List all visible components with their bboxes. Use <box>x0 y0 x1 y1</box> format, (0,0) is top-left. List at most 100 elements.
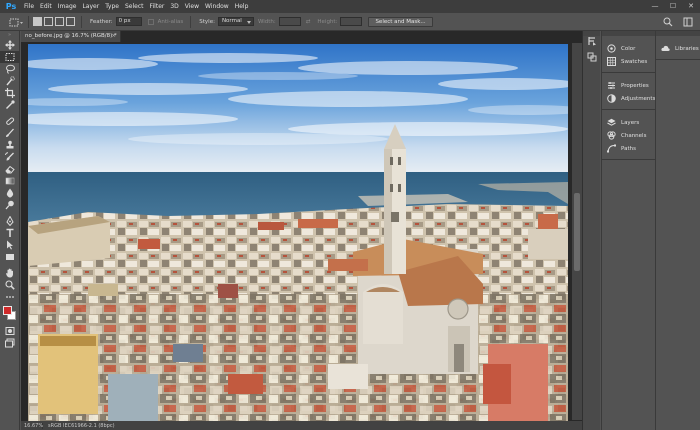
swatches-panel-item[interactable]: Swatches <box>602 55 655 68</box>
layers-panel-item[interactable]: Layers <box>602 116 655 129</box>
subtract-selection-icon[interactable] <box>55 17 64 26</box>
adjustments-icon <box>607 94 616 103</box>
clone-stamp-tool-icon[interactable] <box>0 139 20 151</box>
history-panel-icon[interactable] <box>583 36 601 52</box>
type-tool-icon[interactable] <box>0 227 20 239</box>
menu-select[interactable]: Select <box>122 0 147 13</box>
menu-help[interactable]: Help <box>232 0 252 13</box>
document-tab[interactable]: no_before.jpg @ 16.7% (RGB/8) * × <box>21 31 121 42</box>
menu-filter[interactable]: Filter <box>147 0 168 13</box>
document-info[interactable]: sRGB IEC61966-2.1 (8bpc) <box>43 423 115 429</box>
channels-icon <box>607 131 616 140</box>
move-tool-icon[interactable] <box>0 39 20 51</box>
intersect-selection-icon[interactable] <box>66 17 75 26</box>
options-bar: Feather: 0 px Anti-alias Style: Normal W… <box>0 13 700 31</box>
quick-mask-icon[interactable] <box>0 325 20 337</box>
crop-tool-icon[interactable] <box>0 87 20 99</box>
cloud-icon <box>661 44 670 53</box>
more-tools-icon[interactable] <box>0 291 20 303</box>
lasso-tool-icon[interactable] <box>0 63 20 75</box>
vertical-scrollbar[interactable] <box>572 43 582 420</box>
hand-tool-icon[interactable] <box>0 267 20 279</box>
close-button[interactable]: ✕ <box>682 0 700 13</box>
antialias-label: Anti-alias <box>157 18 184 25</box>
menu-view[interactable]: View <box>182 0 202 13</box>
channels-panel-item[interactable]: Channels <box>602 129 655 142</box>
paths-icon <box>607 144 616 153</box>
status-bar: 16.67% sRGB IEC61966-2.1 (8bpc) <box>21 421 582 430</box>
properties-panel-item[interactable]: Properties <box>602 79 655 92</box>
color-icon <box>607 44 616 53</box>
width-input[interactable] <box>278 17 301 26</box>
separator <box>190 15 192 28</box>
paths-panel-item[interactable]: Paths <box>602 142 655 155</box>
foreground-color-swatch[interactable] <box>3 306 12 315</box>
minimize-button[interactable]: — <box>646 0 664 13</box>
antialias-checkbox[interactable] <box>147 18 154 25</box>
channels-panel-label: Channels <box>621 132 647 139</box>
eyedropper-tool-icon[interactable] <box>0 99 20 111</box>
swap-icon[interactable]: ⇄ <box>306 19 311 25</box>
add-to-selection-icon[interactable] <box>44 17 53 26</box>
libraries-column: Libraries <box>655 31 700 430</box>
workspace-icon[interactable] <box>682 16 694 28</box>
menu-bar: Ps File Edit Image Layer Type Select Fil… <box>0 0 700 13</box>
swatches-icon <box>607 57 616 66</box>
menu-image[interactable]: Image <box>55 0 80 13</box>
dodge-tool-icon[interactable] <box>0 199 20 211</box>
marquee-tool-icon[interactable] <box>0 51 20 63</box>
separator <box>81 15 82 28</box>
properties-panel-label: Properties <box>621 82 649 89</box>
menu-type[interactable]: Type <box>102 0 122 13</box>
feather-input[interactable]: 0 px <box>115 17 142 26</box>
quick-select-tool-icon[interactable] <box>0 75 20 87</box>
libraries-group: Libraries <box>656 36 700 60</box>
history-brush-tool-icon[interactable] <box>0 151 20 163</box>
height-input[interactable] <box>340 17 363 26</box>
width-label: Width: <box>257 18 276 25</box>
toolbar: » <box>0 31 20 430</box>
properties-strip-icon[interactable] <box>583 52 601 68</box>
layers-group: Layers Channels Paths <box>602 110 655 160</box>
menu-file[interactable]: File <box>21 0 37 13</box>
new-selection-icon[interactable] <box>33 17 42 26</box>
zoom-tool-icon[interactable] <box>0 279 20 291</box>
layers-panel-label: Layers <box>621 119 640 126</box>
search-icon[interactable] <box>662 16 674 28</box>
eraser-tool-icon[interactable] <box>0 163 20 175</box>
scrollbar-thumb[interactable] <box>574 193 580 271</box>
path-select-tool-icon[interactable] <box>0 239 20 251</box>
color-swatches <box>0 303 20 325</box>
height-label: Height: <box>317 18 338 25</box>
rectangle-tool-icon[interactable] <box>0 251 20 263</box>
toolbar-grip[interactable]: » <box>0 31 19 39</box>
menu-layer[interactable]: Layer <box>79 0 102 13</box>
city-photo <box>28 44 568 421</box>
select-and-mask-button[interactable]: Select and Mask... <box>368 16 433 27</box>
paths-panel-label: Paths <box>621 145 636 152</box>
image-canvas[interactable] <box>28 44 568 421</box>
gradient-tool-icon[interactable] <box>0 175 20 187</box>
panel-icon-strip <box>582 31 600 430</box>
style-select[interactable]: Normal <box>217 17 254 26</box>
tool-preset-picker[interactable] <box>6 15 24 29</box>
photoshop-logo: Ps <box>5 2 17 11</box>
brush-tool-icon[interactable] <box>0 127 20 139</box>
zoom-level[interactable]: 16.67% <box>21 422 43 429</box>
pen-tool-icon[interactable] <box>0 215 20 227</box>
color-panel-item[interactable]: Color <box>602 42 655 55</box>
maximize-button[interactable]: ☐ <box>664 0 682 13</box>
blur-tool-icon[interactable] <box>0 187 20 199</box>
color-panel-label: Color <box>621 45 636 52</box>
screen-mode-icon[interactable] <box>0 337 20 349</box>
close-document-icon[interactable]: × <box>111 31 116 42</box>
menu-window[interactable]: Window <box>202 0 232 13</box>
menu-edit[interactable]: Edit <box>37 0 55 13</box>
swatches-panel-label: Swatches <box>621 58 648 65</box>
adjustments-panel-item[interactable]: Adjustments <box>602 92 655 105</box>
separator <box>28 15 29 28</box>
window-controls: — ☐ ✕ <box>646 0 700 13</box>
healing-brush-tool-icon[interactable] <box>0 115 20 127</box>
libraries-panel-item[interactable]: Libraries <box>656 42 700 55</box>
menu-3d[interactable]: 3D <box>167 0 181 13</box>
